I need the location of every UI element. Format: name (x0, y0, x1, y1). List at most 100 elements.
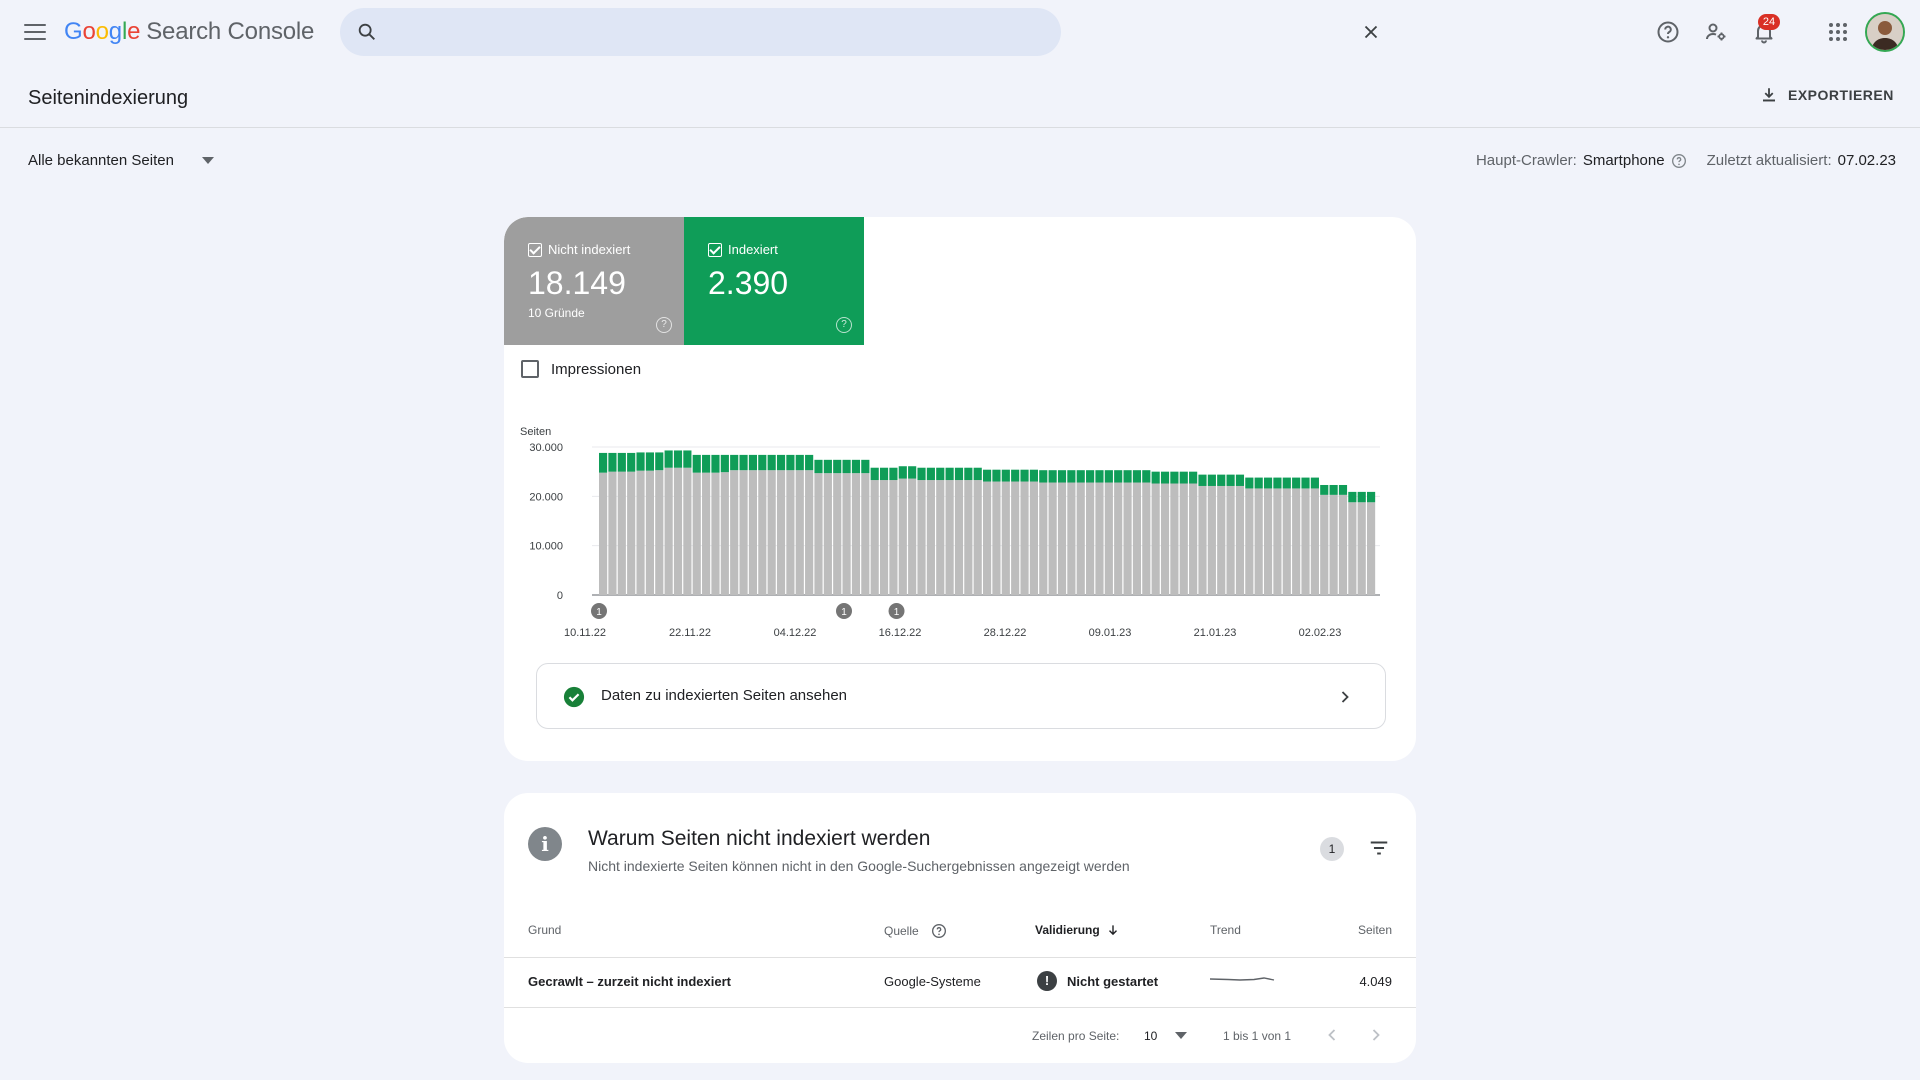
crawler-help-icon[interactable] (1671, 153, 1687, 169)
bar-not-indexed (1207, 485, 1216, 595)
bar-indexed (767, 454, 776, 471)
main-menu-button[interactable] (22, 20, 48, 44)
bar-not-indexed (608, 471, 617, 595)
bar-not-indexed (1011, 481, 1020, 595)
indexed-tile[interactable]: Indexiert 2.390 ? (684, 217, 864, 345)
bar-not-indexed (617, 471, 626, 595)
crawler-label: Haupt-Crawler: (1475, 152, 1577, 169)
annotation-label: 1 (596, 607, 602, 618)
y-tick-label: 10.000 (529, 541, 563, 553)
bar-not-indexed (1301, 488, 1310, 595)
bar-not-indexed (1310, 488, 1319, 595)
bar-not-indexed (1048, 482, 1057, 595)
column-header-source[interactable]: Quelle (884, 923, 947, 939)
notifications-badge: 24 (1758, 14, 1780, 30)
filter-icon[interactable] (1368, 837, 1390, 859)
search-input[interactable] (392, 8, 992, 56)
previous-page-chevron-icon[interactable] (1322, 1025, 1342, 1045)
column-header-trend[interactable]: Trend (1210, 923, 1241, 937)
bar-not-indexed (1020, 481, 1029, 595)
bar-indexed (851, 459, 861, 474)
help-icon[interactable] (1656, 20, 1680, 44)
clear-search-icon[interactable] (1360, 21, 1382, 43)
bar-indexed (898, 466, 907, 479)
bar-indexed (870, 467, 879, 481)
checkbox-checked-icon (708, 242, 722, 257)
bar-indexed (983, 469, 992, 482)
updated-value: 07.02.23 (1837, 152, 1896, 169)
table-row-divider (504, 1007, 1416, 1008)
bar-not-indexed (1235, 485, 1245, 595)
source-help-icon[interactable] (931, 923, 947, 939)
indexed-label-text: Indexiert (728, 242, 778, 257)
column-header-reason[interactable]: Grund (528, 923, 561, 937)
apps-grid-icon[interactable] (1826, 20, 1850, 44)
bar-not-indexed (1029, 481, 1038, 595)
bar-not-indexed (1292, 488, 1301, 595)
column-header-pages[interactable]: Seiten (1358, 923, 1392, 937)
help-icon[interactable]: ? (836, 317, 852, 333)
x-tick-label: 21.01.23 (1194, 627, 1237, 639)
bar-indexed (1226, 474, 1235, 486)
bar-indexed (1301, 477, 1310, 489)
top-bar: Google Search Console 24 (0, 0, 1920, 64)
bar-indexed (1123, 470, 1132, 483)
bar-indexed (973, 467, 982, 481)
bar-indexed (1151, 471, 1160, 484)
rows-per-page-label: Zeilen pro Seite: (1032, 1029, 1120, 1043)
bar-indexed (1086, 470, 1095, 483)
bar-indexed (1310, 477, 1319, 489)
bar-not-indexed (795, 470, 804, 595)
view-indexed-pages-link[interactable]: Daten zu indexierten Seiten ansehen (536, 663, 1386, 729)
info-icon: i (528, 827, 562, 861)
export-button[interactable]: EXPORTIEREN (1760, 86, 1894, 104)
indexed-label: Indexiert (708, 242, 778, 257)
bar-indexed (1235, 474, 1245, 486)
bar-indexed (1114, 470, 1123, 483)
bar-not-indexed (627, 471, 636, 595)
bar-indexed (1179, 471, 1188, 484)
bar-indexed (1263, 477, 1273, 489)
updated-label: Zuletzt aktualisiert: (1706, 152, 1832, 169)
bar-not-indexed (1320, 494, 1329, 595)
bar-not-indexed (926, 480, 935, 595)
bar-not-indexed (842, 473, 851, 595)
column-header-validation[interactable]: Validierung (1035, 923, 1120, 937)
bar-indexed (692, 454, 701, 473)
help-icon[interactable]: ? (656, 317, 672, 333)
bar-indexed (1057, 470, 1067, 483)
bar-indexed (1207, 474, 1216, 486)
next-page-chevron-icon[interactable] (1366, 1025, 1386, 1045)
bar-not-indexed (983, 481, 992, 595)
rows-per-page-select[interactable]: 10 (1144, 1029, 1188, 1043)
y-tick-label: 30.000 (529, 442, 563, 454)
bar-not-indexed (964, 480, 973, 595)
google-search-console-logo[interactable]: Google Search Console (64, 18, 314, 46)
column-header-validation-label: Validierung (1035, 923, 1100, 937)
impressions-checkbox[interactable]: Impressionen (521, 360, 641, 378)
bar-indexed (805, 454, 814, 471)
bar-indexed (936, 467, 945, 481)
table-header-divider (504, 957, 1416, 958)
bar-indexed (1282, 477, 1291, 489)
not-indexed-tile[interactable]: Nicht indexiert 18.149 10 Gründe ? (504, 217, 684, 345)
bar-indexed (1020, 469, 1029, 482)
user-settings-icon[interactable] (1704, 20, 1728, 44)
bar-not-indexed (1057, 482, 1067, 595)
trend-sparkline-icon (1210, 977, 1275, 981)
bar-not-indexed (1198, 485, 1207, 595)
bar-not-indexed (599, 472, 608, 595)
bar-indexed (1001, 469, 1010, 482)
bar-not-indexed (1179, 483, 1188, 595)
bar-indexed (1076, 470, 1085, 483)
bar-indexed (1292, 477, 1301, 489)
bar-not-indexed (1142, 482, 1151, 595)
bar-indexed (1189, 471, 1198, 484)
x-tick-label: 16.12.22 (879, 627, 922, 639)
search-icon[interactable] (356, 21, 378, 43)
logo-letter: o (95, 18, 109, 45)
account-avatar[interactable] (1865, 12, 1905, 52)
bar-indexed (1245, 477, 1254, 489)
page-set-dropdown[interactable]: Alle bekannten Seiten (28, 152, 214, 169)
bar-not-indexed (1095, 482, 1104, 595)
